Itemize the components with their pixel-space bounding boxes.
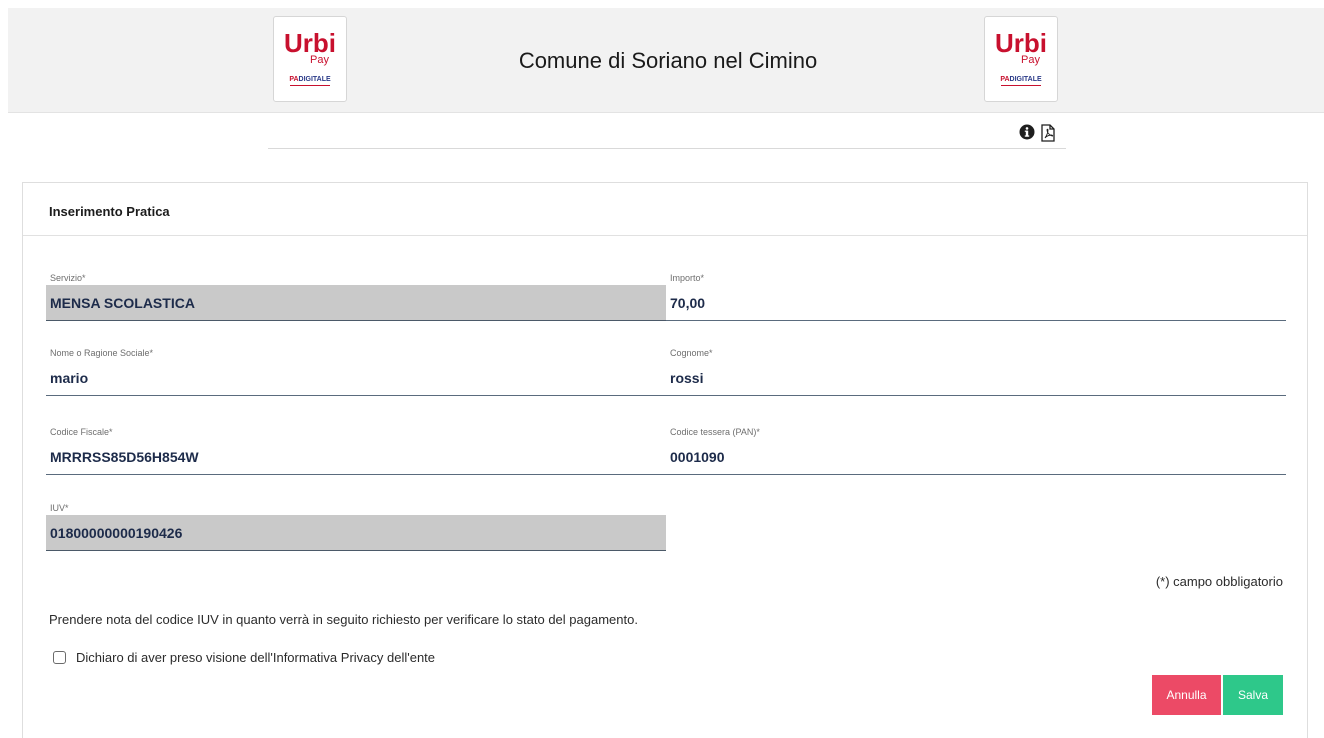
cancel-button[interactable]: Annulla (1152, 675, 1221, 715)
page-title: Comune di Soriano nel Cimino (518, 48, 818, 73)
importo-label: Importo* (670, 273, 705, 283)
cognome-value: rossi (670, 370, 704, 386)
importo-input[interactable]: 70,00 (666, 285, 1286, 321)
codice-tessera-label: Codice tessera (PAN)* (670, 427, 760, 437)
cognome-field[interactable]: Cognome* rossi (666, 348, 1286, 404)
logo-brand-text: Urbi (995, 28, 1047, 58)
servizio-field: Servizio* MENSA SCOLASTICA (46, 273, 666, 329)
codice-tessera-field[interactable]: Codice tessera (PAN)* 0001090 (666, 427, 1286, 483)
cognome-label: Cognome* (670, 348, 713, 358)
nome-label: Nome o Ragione Sociale* (50, 348, 154, 358)
required-note: (*) campo obbligatorio (1155, 574, 1283, 589)
nome-field[interactable]: Nome o Ragione Sociale* mario (46, 348, 666, 404)
logo-tagline: PADIGITALE (985, 75, 1057, 86)
privacy-checkbox[interactable] (53, 651, 66, 664)
servizio-value: MENSA SCOLASTICA (50, 295, 195, 311)
logo-brand-text: Urbi (284, 28, 336, 58)
iuv-note: Prendere nota del codice IUV in quanto v… (49, 612, 638, 627)
codice-fiscale-field[interactable]: Codice Fiscale* MRRRSS85D56H854W (46, 427, 666, 483)
iuv-label: IUV* (50, 503, 69, 513)
save-button[interactable]: Salva (1223, 675, 1283, 715)
codice-tessera-value: 0001090 (670, 449, 725, 465)
codice-fiscale-label: Codice Fiscale* (50, 427, 113, 437)
form-card: Inserimento Pratica Servizio* MENSA SCOL… (22, 182, 1308, 738)
iuv-input: 01800000000190426 (46, 515, 666, 551)
nome-value: mario (50, 370, 89, 386)
importo-field[interactable]: Importo* 70,00 (666, 273, 1286, 329)
card-header: Inserimento Pratica (23, 183, 1307, 236)
privacy-label[interactable]: Dichiaro di aver preso visione dell'Info… (76, 650, 435, 665)
form-title: Inserimento Pratica (49, 204, 170, 219)
logo-tagline: PADIGITALE (274, 75, 346, 86)
page-header: Urbi Pay PADIGITALE Comune di Soriano ne… (8, 8, 1324, 113)
pdf-file-icon[interactable] (1041, 124, 1055, 142)
urbipay-logo-right: Urbi Pay PADIGITALE (984, 16, 1058, 102)
codice-fiscale-input[interactable]: MRRRSS85D56H854W (46, 439, 666, 475)
codice-tessera-input[interactable]: 0001090 (666, 439, 1286, 475)
importo-value: 70,00 (670, 295, 706, 311)
urbipay-logo-left: Urbi Pay PADIGITALE (273, 16, 347, 102)
logo-sub-text: Pay (1021, 54, 1040, 66)
cognome-input[interactable]: rossi (666, 360, 1286, 396)
iuv-value: 01800000000190426 (50, 525, 183, 541)
logo-sub-text: Pay (310, 54, 329, 66)
nome-input[interactable]: mario (46, 360, 666, 396)
info-circle-icon[interactable] (1019, 124, 1035, 140)
servizio-input: MENSA SCOLASTICA (46, 285, 666, 321)
codice-fiscale-value: MRRRSS85D56H854W (50, 449, 199, 465)
iuv-field: IUV* 01800000000190426 (46, 503, 666, 559)
toolbar-divider (268, 148, 1066, 149)
servizio-label: Servizio* (50, 273, 86, 283)
